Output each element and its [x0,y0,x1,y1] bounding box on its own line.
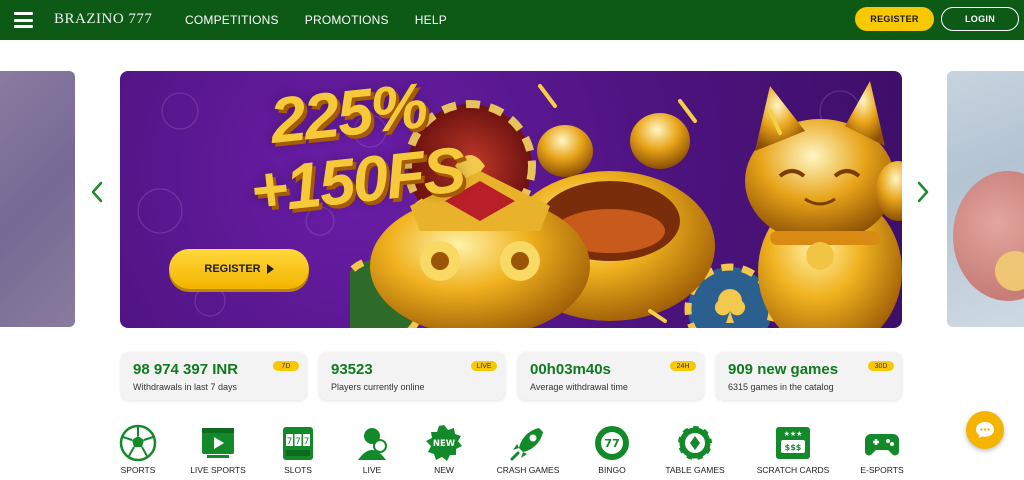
stat-label: Players currently online [331,382,425,392]
svg-text:7: 7 [304,437,310,447]
brand-logo[interactable]: BRAZINO 777 [54,11,152,28]
stat-badge: LIVE [471,361,497,371]
nav-promotions[interactable]: PROMOTIONS [305,13,389,27]
dealer-icon [358,428,387,460]
login-button[interactable]: LOGIN [941,7,1019,31]
category-label: SCRATCH CARDS [756,465,830,475]
slot-machine-icon: 7 7 7 [283,427,313,460]
bingo-ball-icon: 77 [595,426,629,460]
previous-slide-preview[interactable] [0,71,75,327]
promo-banner[interactable]: 225% +150FS REGISTER [120,71,902,328]
svg-text:7: 7 [287,437,293,447]
category-bingo[interactable]: 77 BINGO [567,424,657,480]
category-sports[interactable]: SPORTS [93,424,183,480]
category-scratch-cards[interactable]: ★★★ $$$ SCRATCH CARDS [748,424,838,480]
category-label: BINGO [598,465,626,475]
menu-icon[interactable] [14,12,33,28]
stat-value: 909 new games [728,361,839,378]
category-new[interactable]: NEW NEW [399,424,489,480]
category-label: SPORTS [120,465,156,475]
stat-players-online: 93523 Players currently online LIVE [319,352,505,400]
category-label: SLOTS [284,465,312,475]
soccer-ball-icon [119,424,157,462]
category-label: CRASH GAMES [496,465,560,475]
banner-register-button[interactable]: REGISTER [169,249,309,289]
new-badge-icon: NEW [426,425,462,461]
category-crash-games[interactable]: CRASH GAMES [483,424,573,480]
svg-text:★★★: ★★★ [784,430,803,438]
stat-value: 98 974 397 INR [133,361,239,378]
category-label: E-SPORTS [860,465,904,475]
carousel-prev-arrow-icon[interactable] [90,180,104,204]
category-label: LIVE SPORTS [190,465,246,475]
bingo-ball-number: 77 [604,437,619,450]
category-label: TABLE GAMES [665,465,725,475]
gamepad-icon [865,434,899,456]
stat-value: 00h03m40s [530,361,611,378]
rocket-icon [510,428,543,461]
scratch-card-icon: ★★★ $$$ [776,427,810,459]
carousel-next-arrow-icon[interactable] [916,180,930,204]
new-badge-text: NEW [433,439,456,449]
banner-register-label: REGISTER [204,263,261,275]
next-slide-preview[interactable] [947,71,1024,327]
live-screen-icon [202,428,234,458]
category-label: NEW [434,465,454,475]
stat-value: 93523 [331,361,373,378]
stat-withdrawal-time: 00h03m40s Average withdrawal time 24H [518,352,704,400]
category-label: LIVE [362,465,382,475]
stat-label: 6315 games in the catalog [728,382,834,392]
casino-chip-icon [676,424,714,462]
category-live-sports[interactable]: LIVE SPORTS [173,424,263,480]
support-chat-button[interactable] [966,411,1004,449]
stat-new-games: 909 new games 6315 games in the catalog … [716,352,902,400]
nav-help[interactable]: HELP [415,13,447,27]
stat-badge: 7D [273,361,299,371]
stat-label: Withdrawals in last 7 days [133,382,238,392]
stat-withdrawals: 98 974 397 INR Withdrawals in last 7 day… [121,352,307,400]
top-header: BRAZINO 777 COMPETITIONS PROMOTIONS HELP… [0,0,1024,40]
register-button[interactable]: REGISTER [855,7,934,31]
svg-text:7: 7 [295,437,301,447]
stat-label: Average withdrawal time [530,382,628,392]
category-table-games[interactable]: TABLE GAMES [650,424,740,480]
play-triangle-icon [266,264,274,274]
svg-text:$$$: $$$ [785,443,802,452]
nav-competitions[interactable]: COMPETITIONS [185,13,279,27]
chat-bubble-icon [976,422,994,438]
category-esports[interactable]: E-SPORTS [837,424,927,480]
stat-badge: 30D [868,361,894,371]
main-nav: COMPETITIONS PROMOTIONS HELP [185,13,447,27]
stat-badge: 24H [670,361,696,371]
